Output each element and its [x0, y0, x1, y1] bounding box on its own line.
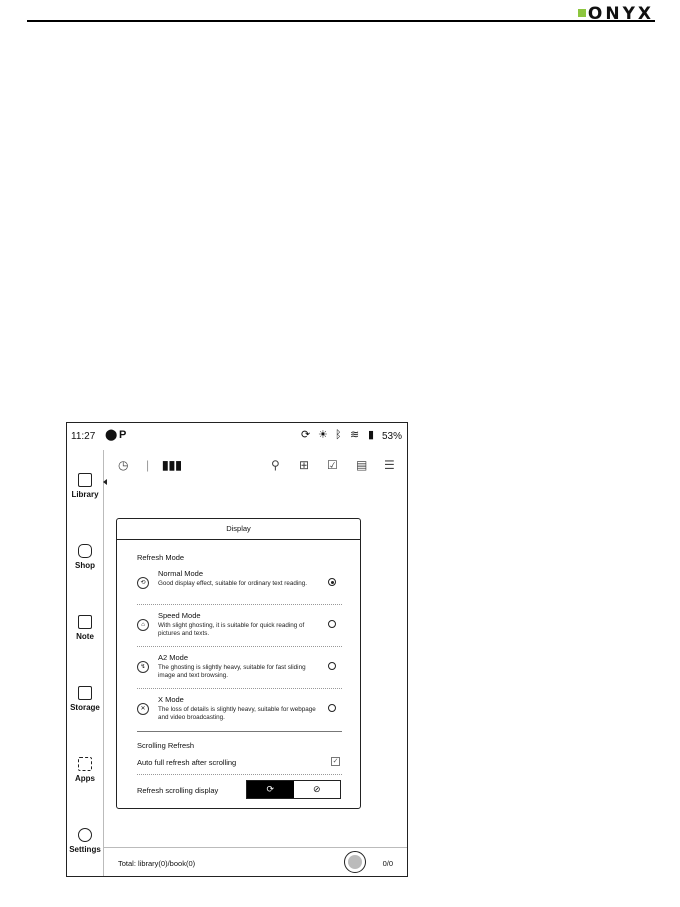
device-screen: 11:27 ⬤ P ⟳ ☀ ᛒ ≋ ▮ 53% Library Shop Not… — [66, 422, 408, 877]
shop-icon — [78, 544, 92, 558]
sidebar-item-label: Note — [76, 632, 94, 641]
refresh-mode-header: Refresh Mode — [137, 553, 185, 562]
sidebar-item-note[interactable]: Note — [67, 615, 103, 641]
mode-a2[interactable]: ↯ A2 Mode The ghosting is slightly heavy… — [137, 653, 342, 691]
mode-description: The loss of details is slightly heavy, s… — [158, 706, 316, 721]
mode-name: Speed Mode — [158, 611, 201, 620]
storage-icon — [78, 686, 92, 700]
refresh-off-icon[interactable]: ⊘ — [294, 781, 341, 798]
divider — [137, 646, 342, 647]
auto-refresh-label: Auto full refresh after scrolling — [137, 758, 237, 767]
section-divider — [137, 731, 342, 732]
battery-icon: ▮ — [368, 429, 375, 441]
radio-speed[interactable] — [328, 620, 336, 628]
bar-chart-icon[interactable]: ▮▮▮ — [162, 458, 182, 472]
floating-button[interactable] — [344, 851, 366, 873]
sidebar-item-label: Shop — [75, 561, 95, 570]
search-icon[interactable]: ⚲ — [271, 458, 280, 472]
sidebar-item-label: Storage — [70, 703, 100, 712]
apps-icon — [78, 757, 92, 771]
status-time: 11:27 — [71, 431, 96, 442]
clock-icon[interactable]: ◷ — [118, 458, 128, 472]
header-rule — [27, 20, 655, 22]
mode-normal[interactable]: ⟲ Normal Mode Good display effect, suita… — [137, 569, 342, 607]
bulb-icon[interactable]: ☀ — [318, 429, 328, 441]
sidebar-item-apps[interactable]: Apps — [67, 757, 103, 783]
divider — [137, 774, 342, 775]
refresh-display-toggle[interactable]: ⟳ ⊘ — [246, 780, 341, 799]
sidebar: Library Shop Note Storage Apps Settings — [67, 450, 104, 876]
total-count: Total: library(0)/book(0) — [118, 859, 196, 868]
select-icon[interactable]: ☑ — [327, 458, 338, 472]
battery-percent: 53% — [381, 431, 402, 442]
menu-icon[interactable]: ☰ — [384, 458, 395, 472]
toolbar-divider: | — [146, 458, 150, 472]
brand-logo: ONYX — [577, 4, 654, 24]
sidebar-item-label: Settings — [69, 845, 101, 854]
brand-name: ONYX — [587, 4, 654, 24]
logo-square-icon — [577, 9, 586, 17]
mode-name: A2 Mode — [158, 653, 189, 662]
dialog-title: Display — [117, 519, 360, 540]
a2-mode-icon: ↯ — [137, 661, 149, 673]
sidebar-item-settings[interactable]: Settings — [67, 828, 103, 854]
radio-a2[interactable] — [328, 662, 336, 670]
sidebar-item-library[interactable]: Library — [67, 473, 103, 499]
sidebar-item-label: Library — [71, 490, 99, 499]
shield-icon: ⬤ — [105, 429, 118, 441]
mode-description: With slight ghosting, it is suitable for… — [158, 622, 305, 637]
note-icon — [78, 615, 92, 629]
x-mode-icon: ✕ — [137, 703, 149, 715]
page-indicator: 0/0 — [382, 859, 393, 868]
sidebar-item-label: Apps — [75, 774, 95, 783]
mode-description: The ghosting is slightly heavy, suitable… — [158, 664, 306, 679]
p-badge-icon: P — [119, 429, 127, 441]
sidebar-item-storage[interactable]: Storage — [67, 686, 103, 712]
status-bar: 11:27 ⬤ P ⟳ ☀ ᛒ ≋ ▮ 53% — [67, 423, 407, 450]
normal-mode-icon: ⟲ — [137, 577, 149, 589]
divider — [137, 604, 342, 605]
divider — [137, 688, 342, 689]
mode-x[interactable]: ✕ X Mode The loss of details is slightly… — [137, 695, 342, 733]
bluetooth-icon[interactable]: ᛒ — [335, 429, 342, 441]
toolbar: ◷ | ▮▮▮ ⚲ ⊞ ☑ ▤ ☰ — [104, 450, 407, 480]
auto-refresh-checkbox[interactable]: ✓ — [331, 757, 340, 766]
speed-mode-icon: ⌂ — [137, 619, 149, 631]
sync-icon[interactable]: ⟳ — [301, 429, 310, 441]
mode-name: Normal Mode — [158, 569, 204, 578]
settings-icon — [78, 828, 92, 842]
mode-description: Good display effect, suitable for ordina… — [158, 580, 307, 587]
refresh-on-icon[interactable]: ⟳ — [247, 781, 294, 798]
list-view-icon[interactable]: ▤ — [356, 458, 367, 472]
scrolling-refresh-header: Scrolling Refresh — [137, 741, 195, 750]
radio-x[interactable] — [328, 704, 336, 712]
mode-name: X Mode — [158, 695, 184, 704]
radio-normal[interactable] — [328, 578, 336, 586]
mode-speed[interactable]: ⌂ Speed Mode With slight ghosting, it is… — [137, 611, 342, 649]
display-dialog: Display Refresh Mode ⟲ Normal Mode Good … — [116, 518, 361, 809]
footer-bar: Total: library(0)/book(0) 0/0 — [104, 847, 407, 876]
refresh-display-label: Refresh scrolling display — [137, 786, 219, 795]
add-folder-icon[interactable]: ⊞ — [299, 458, 309, 472]
sidebar-item-shop[interactable]: Shop — [67, 544, 103, 570]
wifi-icon[interactable]: ≋ — [350, 429, 359, 441]
library-icon — [78, 473, 92, 487]
